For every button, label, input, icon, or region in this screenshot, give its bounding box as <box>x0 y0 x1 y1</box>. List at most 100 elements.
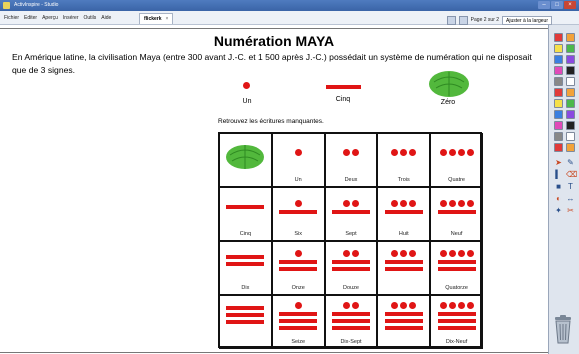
grid-cell-17: Dix-Sept <box>324 295 378 349</box>
color-swatch[interactable] <box>566 132 575 141</box>
tab-flipchart[interactable]: flickerk × <box>139 13 174 24</box>
color-swatch[interactable] <box>554 99 563 108</box>
dot-glyph <box>466 250 474 257</box>
maya-numeral <box>378 302 429 333</box>
dot-glyph <box>342 149 350 156</box>
flipchart-canvas[interactable]: Numération MAYA En Amérique latine, la c… <box>0 25 548 354</box>
color-swatch[interactable] <box>554 121 563 130</box>
bar-glyph <box>384 312 423 316</box>
legend-label-one: Un <box>242 98 252 105</box>
maya-numeral <box>220 142 271 170</box>
bar-glyph <box>331 267 370 271</box>
bar-glyph <box>279 312 318 316</box>
dot-glyph <box>391 149 399 156</box>
zoom-fit-dropdown[interactable]: Ajuster à la largeur <box>502 15 552 25</box>
cell-label: Neuf <box>450 231 463 237</box>
dot-glyph <box>409 302 417 309</box>
color-swatch[interactable] <box>566 44 575 53</box>
toolbox: ➤ ✎ ▍ ⌫ ■ T ◐ ↔ ✦ ✂ <box>548 25 579 354</box>
color-swatch[interactable] <box>554 77 563 86</box>
bar-glyph <box>437 267 476 271</box>
menu-aide[interactable]: Aide <box>101 11 111 25</box>
minimize-button[interactable]: – <box>538 1 550 9</box>
shape-icon[interactable]: ■ <box>554 182 563 191</box>
dot-row <box>391 149 417 156</box>
bar-glyph <box>437 326 476 330</box>
bar-glyph <box>437 319 476 323</box>
grid-cell-3: Trois <box>377 133 431 187</box>
color-swatch[interactable] <box>566 33 575 42</box>
window-titlebar: ActivInspire - Studio – □ × <box>0 0 579 11</box>
bar-glyph <box>226 312 265 317</box>
color-swatch[interactable] <box>566 66 575 75</box>
dot-glyph <box>439 199 447 207</box>
maya-numeral <box>220 255 271 269</box>
color-swatch[interactable] <box>566 121 575 130</box>
color-swatch[interactable] <box>566 88 575 97</box>
grid-cell-8: Huit <box>377 187 431 241</box>
maximize-button[interactable]: □ <box>551 1 563 9</box>
color-swatch[interactable] <box>554 132 563 141</box>
fill-icon[interactable]: ◐ <box>554 194 563 203</box>
dot-row <box>391 302 417 309</box>
color-swatch[interactable] <box>554 88 563 97</box>
connector-icon[interactable]: ↔ <box>566 194 575 203</box>
page-browser-icon[interactable] <box>458 15 468 25</box>
pen-icon[interactable]: ✎ <box>566 158 575 167</box>
grid-cell-4: Quatre <box>430 133 483 187</box>
dot-row <box>342 250 359 257</box>
trash-icon[interactable] <box>553 315 573 345</box>
menu-apercu[interactable]: Aperçu <box>42 11 58 25</box>
menu-outils[interactable]: Outils <box>83 11 96 25</box>
color-swatch[interactable] <box>566 99 575 108</box>
highlighter-icon[interactable]: ▍ <box>554 170 563 179</box>
clear-icon[interactable]: ✂ <box>566 206 575 215</box>
color-swatch[interactable] <box>566 55 575 64</box>
eraser-icon[interactable]: ⌫ <box>566 170 577 179</box>
grid-cell-12: Douze <box>324 241 378 295</box>
dot-glyph <box>294 149 302 156</box>
text-icon[interactable]: T <box>566 182 575 191</box>
color-swatch[interactable] <box>554 143 563 152</box>
grid-cell-5: Cinq <box>219 187 272 241</box>
bar-glyph <box>226 319 265 324</box>
dot-glyph <box>391 250 399 257</box>
dot-glyph <box>448 149 456 156</box>
page-title: Numération MAYA <box>213 33 335 49</box>
select-icon[interactable]: ➤ <box>554 158 563 167</box>
dot-glyph <box>400 149 408 156</box>
bar-glyph <box>279 326 318 330</box>
color-swatch[interactable] <box>566 143 575 152</box>
dot-row <box>342 149 359 156</box>
cell-label: Quatre <box>448 177 465 183</box>
bar-glyph <box>384 260 423 264</box>
color-swatch[interactable] <box>554 44 563 53</box>
color-swatch[interactable] <box>566 77 575 86</box>
dot-glyph <box>351 250 359 257</box>
magic-ink-icon[interactable]: ✦ <box>554 206 563 215</box>
dot-glyph <box>294 199 302 207</box>
window-controls: – □ × <box>538 1 576 9</box>
tab-close-icon[interactable]: × <box>166 16 169 22</box>
dot-glyph <box>351 302 359 309</box>
menu-fichier[interactable]: Fichier <box>4 11 19 25</box>
color-swatch[interactable] <box>554 110 563 119</box>
dot-glyph <box>400 250 408 257</box>
maya-numeral <box>378 199 429 217</box>
color-swatch[interactable] <box>566 110 575 119</box>
bar-glyph <box>384 326 423 330</box>
bar-glyph <box>384 209 423 214</box>
dot-glyph <box>448 199 456 207</box>
dot-glyph <box>400 199 408 207</box>
color-swatch[interactable] <box>554 66 563 75</box>
close-button[interactable]: × <box>564 1 576 9</box>
maya-numeral <box>273 199 324 217</box>
cell-label: Sept <box>345 231 357 237</box>
color-swatch[interactable] <box>554 33 563 42</box>
color-swatch[interactable] <box>554 55 563 64</box>
menu-editer[interactable]: Editer <box>24 11 37 25</box>
menu-inserer[interactable]: Insérer <box>63 11 79 25</box>
cell-label: Deux <box>344 177 358 183</box>
grid-icon[interactable] <box>446 15 456 25</box>
maya-numeral <box>326 149 377 159</box>
